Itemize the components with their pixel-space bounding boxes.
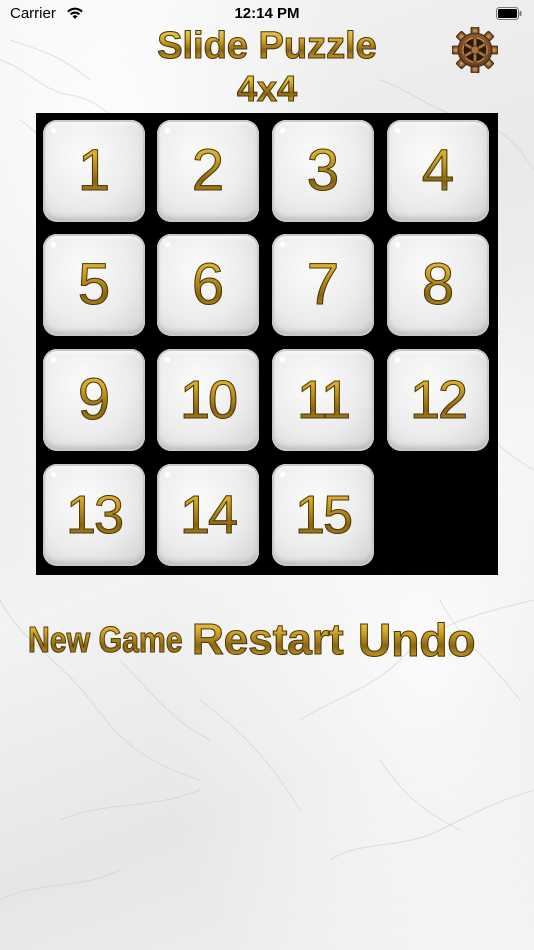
empty-slot[interactable] — [387, 464, 489, 566]
tile-number: 12 — [387, 349, 489, 451]
tile-number: 5 — [43, 234, 145, 336]
tile-number: 15 — [272, 464, 374, 566]
tile-number: 8 — [387, 234, 489, 336]
game-controls: New Game Restart Undo — [0, 610, 534, 670]
puzzle-tile[interactable]: 12 — [387, 349, 489, 451]
puzzle-tile[interactable]: 8 — [387, 234, 489, 336]
puzzle-tile[interactable]: 10 — [157, 349, 259, 451]
undo-button[interactable]: Undo — [358, 610, 477, 670]
tile-number: 7 — [272, 234, 374, 336]
tile-number: 6 — [157, 234, 259, 336]
restart-button[interactable]: Restart — [192, 610, 345, 670]
tile-number: 11 — [272, 349, 374, 451]
tile-number: 9 — [43, 349, 145, 451]
puzzle-tile[interactable]: 6 — [157, 234, 259, 336]
puzzle-tile[interactable]: 2 — [157, 120, 259, 222]
puzzle-tile[interactable]: 13 — [43, 464, 145, 566]
tile-number: 3 — [272, 120, 374, 222]
tile-number: 10 — [157, 349, 259, 451]
puzzle-tile[interactable]: 9 — [43, 349, 145, 451]
puzzle-tile[interactable]: 4 — [387, 120, 489, 222]
tile-number: 4 — [387, 120, 489, 222]
tile-number: 1 — [43, 120, 145, 222]
tile-number: 14 — [157, 464, 259, 566]
puzzle-board: 1 2 3 4 5 6 7 8 9 10 11 12 13 14 15 — [36, 113, 498, 575]
puzzle-tile[interactable]: 3 — [272, 120, 374, 222]
puzzle-tile[interactable]: 7 — [272, 234, 374, 336]
puzzle-size-label: 4x4 — [0, 68, 534, 110]
puzzle-tile[interactable]: 14 — [157, 464, 259, 566]
clock: 12:14 PM — [234, 5, 300, 22]
tile-number: 13 — [43, 464, 145, 566]
gear-icon[interactable] — [452, 27, 498, 73]
puzzle-tile[interactable]: 5 — [43, 234, 145, 336]
new-game-button[interactable]: New Game — [28, 610, 183, 670]
puzzle-tile[interactable]: 11 — [272, 349, 374, 451]
battery-icon — [496, 7, 522, 20]
puzzle-tile[interactable]: 1 — [43, 120, 145, 222]
puzzle-tile[interactable]: 15 — [272, 464, 374, 566]
tile-number: 2 — [157, 120, 259, 222]
